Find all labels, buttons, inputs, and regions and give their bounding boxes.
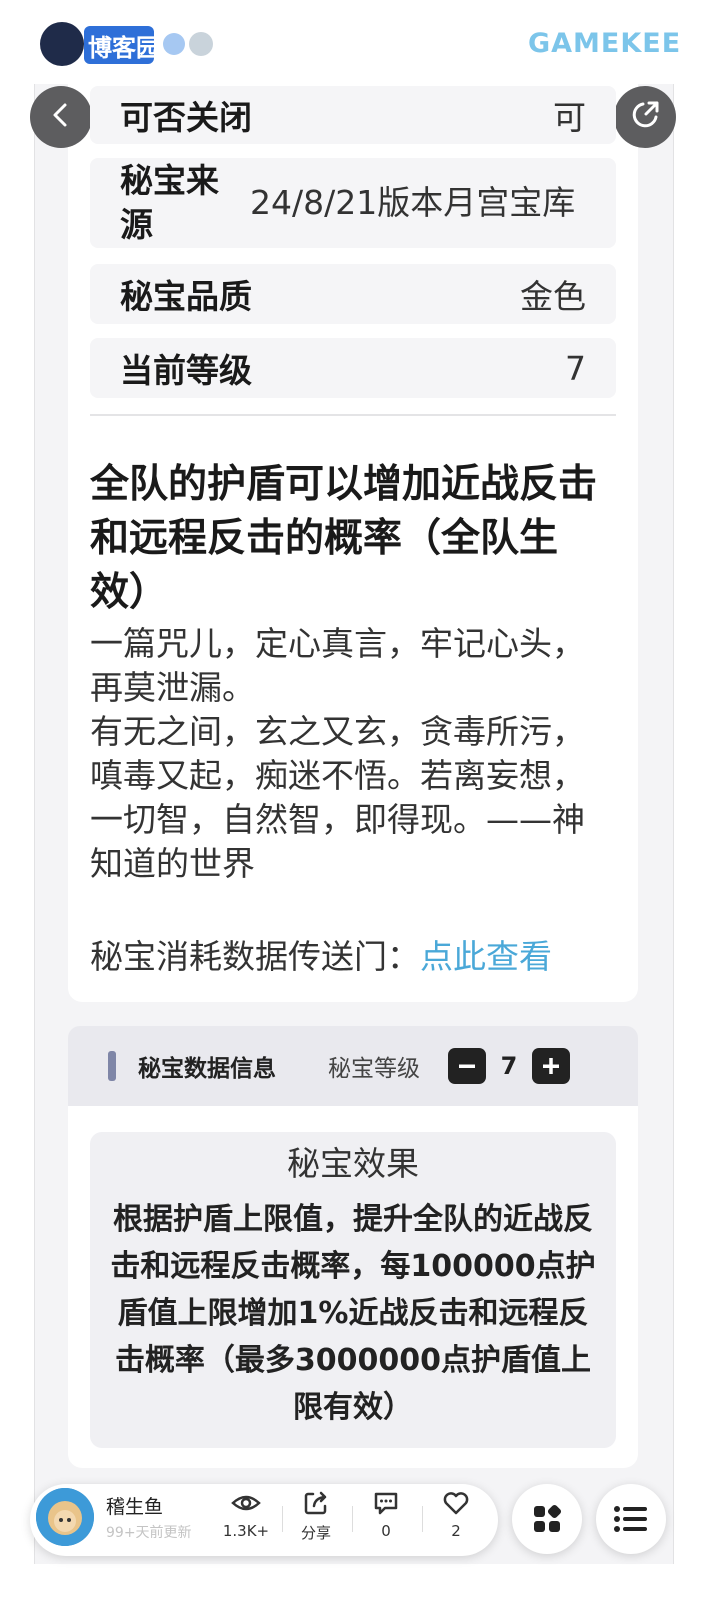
separator: [352, 1506, 353, 1532]
flavor-text: 一篇咒儿，定心真言，牢记心头，再莫泄漏。 有无之间，玄之又玄，贪毒所污，嗔毒又起，…: [90, 622, 616, 886]
data-section-title: 秘宝数据信息: [138, 1056, 276, 1082]
closable-row: 可否关闭 可: [90, 86, 616, 144]
comments-count: 0: [381, 1522, 391, 1540]
eye-icon: [231, 1495, 261, 1511]
comment-icon: [374, 1492, 398, 1515]
plus-icon: [543, 1058, 559, 1074]
like-button[interactable]: 2: [426, 1490, 486, 1540]
comments-button[interactable]: 0: [356, 1490, 416, 1540]
bottom-action-bar: 稽生鱼 99+天前更新 1.3K+ 分享 0 2: [30, 1484, 498, 1556]
grid-menu-button[interactable]: [512, 1484, 582, 1554]
list-menu-button[interactable]: [596, 1484, 666, 1554]
portal-link[interactable]: 点此查看: [420, 937, 552, 976]
heart-icon: [443, 1492, 469, 1515]
divider: [90, 414, 616, 416]
quality-value: 金色: [520, 277, 586, 316]
data-section-header: 秘宝数据信息 秘宝等级 7: [68, 1026, 638, 1106]
level-selector-label: 秘宝等级: [328, 1056, 420, 1082]
closable-label: 可否关闭: [120, 98, 252, 137]
back-icon: [46, 100, 76, 134]
treasure-headline: 全队的护盾可以增加近战反击和远程反击的概率（全队生效）: [90, 462, 598, 615]
quality-label: 秘宝品质: [120, 277, 252, 316]
section-marker: [108, 1051, 116, 1081]
site-logo-text: 博客园: [88, 34, 160, 62]
gamekee-logo[interactable]: GAMEKEE: [528, 28, 681, 59]
effect-description: 根据护盾上限值，提升全队的近战反击和远程反击概率，每100000点护盾值上限增加…: [110, 1202, 596, 1425]
level-value: 7: [565, 348, 586, 388]
list-icon: [614, 1506, 647, 1532]
effect-title: 秘宝效果: [287, 1144, 419, 1183]
share-icon: [304, 1491, 327, 1515]
site-logo[interactable]: 博客园: [36, 14, 216, 74]
source-value: 24/8/21版本月宫宝库: [250, 183, 576, 222]
effect-box: 秘宝效果 根据护盾上限值，提升全队的近战反击和远程反击概率，每100000点护盾…: [90, 1132, 616, 1448]
minus-icon: [459, 1064, 475, 1068]
grid-icon: [534, 1504, 562, 1532]
update-time: 99+天前更新: [106, 1525, 192, 1541]
closable-value: 可: [553, 98, 586, 137]
flavor-text-content: 一篇咒儿，定心真言，牢记心头，再莫泄漏。 有无之间，玄之又玄，贪毒所污，嗔毒又起，…: [90, 624, 585, 883]
level-increase-button[interactable]: [532, 1048, 570, 1084]
portal-label: 秘宝消耗数据传送门：: [90, 937, 420, 976]
views-count: 1.3K+: [222, 1522, 270, 1540]
likes-count: 2: [451, 1522, 461, 1540]
separator: [282, 1506, 283, 1532]
share-external-icon: [628, 98, 662, 136]
source-row: 秘宝来源 24/8/21版本月宫宝库: [90, 158, 616, 248]
level-label: 当前等级: [120, 351, 252, 390]
share-label: 分享: [300, 1524, 331, 1542]
separator: [422, 1506, 423, 1532]
data-portal: 秘宝消耗数据传送门：点此查看: [90, 930, 630, 978]
author-name[interactable]: 稽生鱼: [106, 1492, 163, 1519]
quality-row: 秘宝品质 金色: [90, 264, 616, 324]
level-selector-value: 7: [500, 1052, 518, 1080]
source-label: 秘宝来源: [120, 161, 219, 244]
share-external-button[interactable]: [614, 86, 676, 148]
author-avatar[interactable]: [36, 1488, 94, 1546]
share-button[interactable]: 分享: [286, 1490, 346, 1543]
views-stat: 1.3K+: [216, 1490, 276, 1540]
level-decrease-button[interactable]: [448, 1048, 486, 1084]
level-row: 当前等级 7: [90, 338, 616, 398]
back-button[interactable]: [30, 86, 92, 148]
